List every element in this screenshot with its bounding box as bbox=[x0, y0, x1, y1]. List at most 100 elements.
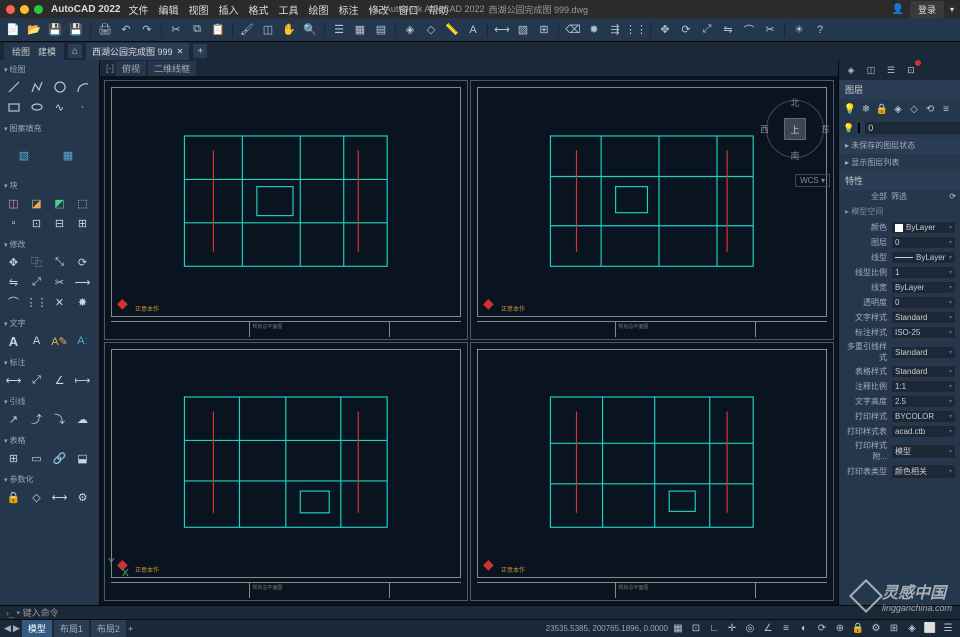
xref-icon[interactable]: ⊡ bbox=[26, 214, 47, 232]
move-icon[interactable]: ✥ bbox=[656, 21, 674, 39]
section-dim[interactable]: 标注 bbox=[3, 355, 96, 370]
textstyle-icon[interactable]: Aː bbox=[72, 332, 93, 350]
copy-icon[interactable]: ⧉ bbox=[188, 21, 206, 39]
toolpalettes-icon[interactable]: ▤ bbox=[372, 21, 390, 39]
prop-row-12[interactable]: 打印样式BYCOLOR bbox=[839, 409, 960, 424]
ellipse-icon[interactable] bbox=[26, 98, 47, 116]
mirror-tool-icon[interactable]: ⇋ bbox=[3, 273, 24, 291]
layout-next-icon[interactable]: ▶ bbox=[13, 623, 20, 634]
dimlinear-icon[interactable]: ⟷ bbox=[3, 371, 24, 389]
undo-icon[interactable]: ↶ bbox=[117, 21, 135, 39]
circle-icon[interactable] bbox=[49, 78, 70, 96]
hatch-tool-icon[interactable]: ▧ bbox=[3, 137, 45, 173]
trim-icon[interactable]: ✂ bbox=[761, 21, 779, 39]
hardware-icon[interactable]: ⊞ bbox=[886, 622, 902, 636]
login-button[interactable]: 登录 bbox=[910, 1, 944, 18]
menu-insert[interactable]: 插入 bbox=[218, 2, 238, 17]
tab-layout2[interactable]: 布局2 bbox=[91, 620, 126, 637]
view-top[interactable]: 俯视 bbox=[116, 61, 146, 76]
prop-value[interactable]: ISO-25 bbox=[891, 326, 956, 339]
array-tool-icon[interactable]: ⋮⋮ bbox=[26, 293, 47, 311]
filter-all[interactable]: 全部 bbox=[843, 191, 887, 202]
group-icon[interactable]: ⊟ bbox=[49, 214, 70, 232]
filter-filter[interactable]: 筛选 bbox=[891, 191, 907, 202]
point-icon[interactable]: · bbox=[72, 98, 93, 116]
extract-icon[interactable]: ⬓ bbox=[72, 449, 93, 467]
annomonitor-icon[interactable]: ⊕ bbox=[832, 622, 848, 636]
section-leader[interactable]: 引线 bbox=[3, 394, 96, 409]
add-tab-icon[interactable]: + bbox=[193, 44, 207, 58]
prop-row-0[interactable]: 颜色ByLayer bbox=[839, 220, 960, 235]
prop-value[interactable]: 1 bbox=[891, 266, 956, 279]
datalink-icon[interactable]: 🔗 bbox=[49, 449, 70, 467]
section-text[interactable]: 文字 bbox=[3, 316, 96, 331]
prop-value[interactable]: 颜色相关 bbox=[891, 464, 956, 479]
wcs-label[interactable]: WCS ▾ bbox=[795, 174, 830, 187]
erase-icon[interactable]: ⌫ bbox=[564, 21, 582, 39]
extend-icon[interactable]: ⟶ bbox=[72, 273, 93, 291]
show-layer-list[interactable]: 显示图层列表 bbox=[839, 154, 960, 171]
dimangular-icon[interactable]: ∠ bbox=[49, 371, 70, 389]
help-icon[interactable]: ? bbox=[811, 21, 829, 39]
prop-value[interactable]: Standard bbox=[891, 346, 956, 359]
viewcube-face[interactable]: 上 bbox=[784, 118, 806, 140]
save-icon[interactable]: 💾 bbox=[46, 21, 64, 39]
dtext-icon[interactable]: A bbox=[26, 332, 47, 350]
workspace-icon[interactable]: ⚙ bbox=[868, 622, 884, 636]
menu-file[interactable]: 文件 bbox=[128, 2, 148, 17]
tab-model[interactable]: 模型 bbox=[22, 620, 52, 637]
annoscale-icon[interactable]: 🔒 bbox=[850, 622, 866, 636]
plot-icon[interactable]: 🖨 bbox=[96, 21, 114, 39]
gradient-tool-icon[interactable]: ▦ bbox=[47, 137, 89, 173]
tab-home-icon[interactable]: ⌂ bbox=[68, 44, 82, 58]
user-icon[interactable]: 👤 bbox=[892, 4, 904, 15]
ungroup-icon[interactable]: ⊞ bbox=[72, 214, 93, 232]
prop-row-1[interactable]: 图层0 bbox=[839, 235, 960, 250]
zoom-icon[interactable]: 🔍 bbox=[301, 21, 319, 39]
layer-prev-icon[interactable]: ⟲ bbox=[923, 102, 937, 116]
prop-row-11[interactable]: 文字高度2.5 bbox=[839, 394, 960, 409]
prop-row-5[interactable]: 透明度0 bbox=[839, 295, 960, 310]
dimcontinue-icon[interactable]: ⟼ bbox=[72, 371, 93, 389]
prop-row-8[interactable]: 多重引线样式Standard bbox=[839, 340, 960, 364]
fillet-tool-icon[interactable]: ⌒ bbox=[3, 293, 24, 311]
measure-icon[interactable]: 📏 bbox=[443, 21, 461, 39]
prop-value[interactable]: 1:1 bbox=[891, 380, 956, 393]
prop-value[interactable]: ByLayer bbox=[891, 251, 956, 264]
section-table[interactable]: 表格 bbox=[3, 433, 96, 448]
pan-icon[interactable]: ✋ bbox=[280, 21, 298, 39]
isoplane-icon[interactable]: ◈ bbox=[904, 622, 920, 636]
viewcube[interactable]: 北 南 东 西 上 bbox=[760, 94, 830, 164]
prop-value[interactable]: 0 bbox=[891, 296, 956, 309]
paste-icon[interactable]: 📋 bbox=[209, 21, 227, 39]
spline-icon[interactable]: ∿ bbox=[49, 98, 70, 116]
prop-row-9[interactable]: 表格样式Standard bbox=[839, 364, 960, 379]
layeriso-icon[interactable]: ◈ bbox=[401, 21, 419, 39]
array-icon[interactable]: ⋮⋮ bbox=[627, 21, 645, 39]
xref-tab-icon[interactable]: ⊡ bbox=[903, 62, 919, 78]
design-center-icon[interactable]: ▦ bbox=[351, 21, 369, 39]
command-line[interactable]: ›_ ▾ 键入命令 bbox=[0, 605, 960, 619]
current-layer[interactable]: 💡 ▾ bbox=[839, 119, 960, 137]
prop-row-7[interactable]: 标注样式ISO-25 bbox=[839, 325, 960, 340]
prop-value[interactable]: acad.ctb bbox=[891, 425, 956, 438]
osnap-icon[interactable]: ◎ bbox=[742, 622, 758, 636]
prop-value[interactable]: BYCOLOR bbox=[891, 410, 956, 423]
dropdown-icon[interactable]: ▾ bbox=[950, 5, 954, 14]
explode-tool-icon[interactable]: ✸ bbox=[72, 293, 93, 311]
match-icon[interactable]: 🖌 bbox=[238, 21, 256, 39]
copy-tool-icon[interactable]: ⿻ bbox=[26, 253, 47, 271]
block-icon[interactable]: ◫ bbox=[259, 21, 277, 39]
explode-icon[interactable]: ✸ bbox=[585, 21, 603, 39]
props-tab-icon[interactable]: ☰ bbox=[883, 62, 899, 78]
layer-freeze-icon[interactable]: ❄ bbox=[859, 102, 873, 116]
textedit-icon[interactable]: A✎ bbox=[49, 332, 70, 350]
menu-tools[interactable]: 工具 bbox=[278, 2, 298, 17]
section-modify[interactable]: 修改 bbox=[3, 237, 96, 252]
snap-icon[interactable]: ⊡ bbox=[688, 622, 704, 636]
minimize-window-icon[interactable] bbox=[20, 5, 29, 14]
transparency-icon[interactable]: ◐ bbox=[796, 622, 812, 636]
grid-icon[interactable]: ▦ bbox=[670, 622, 686, 636]
prop-value[interactable]: 模型 bbox=[891, 444, 956, 459]
prop-row-15[interactable]: 打印表类型颜色相关 bbox=[839, 463, 960, 480]
